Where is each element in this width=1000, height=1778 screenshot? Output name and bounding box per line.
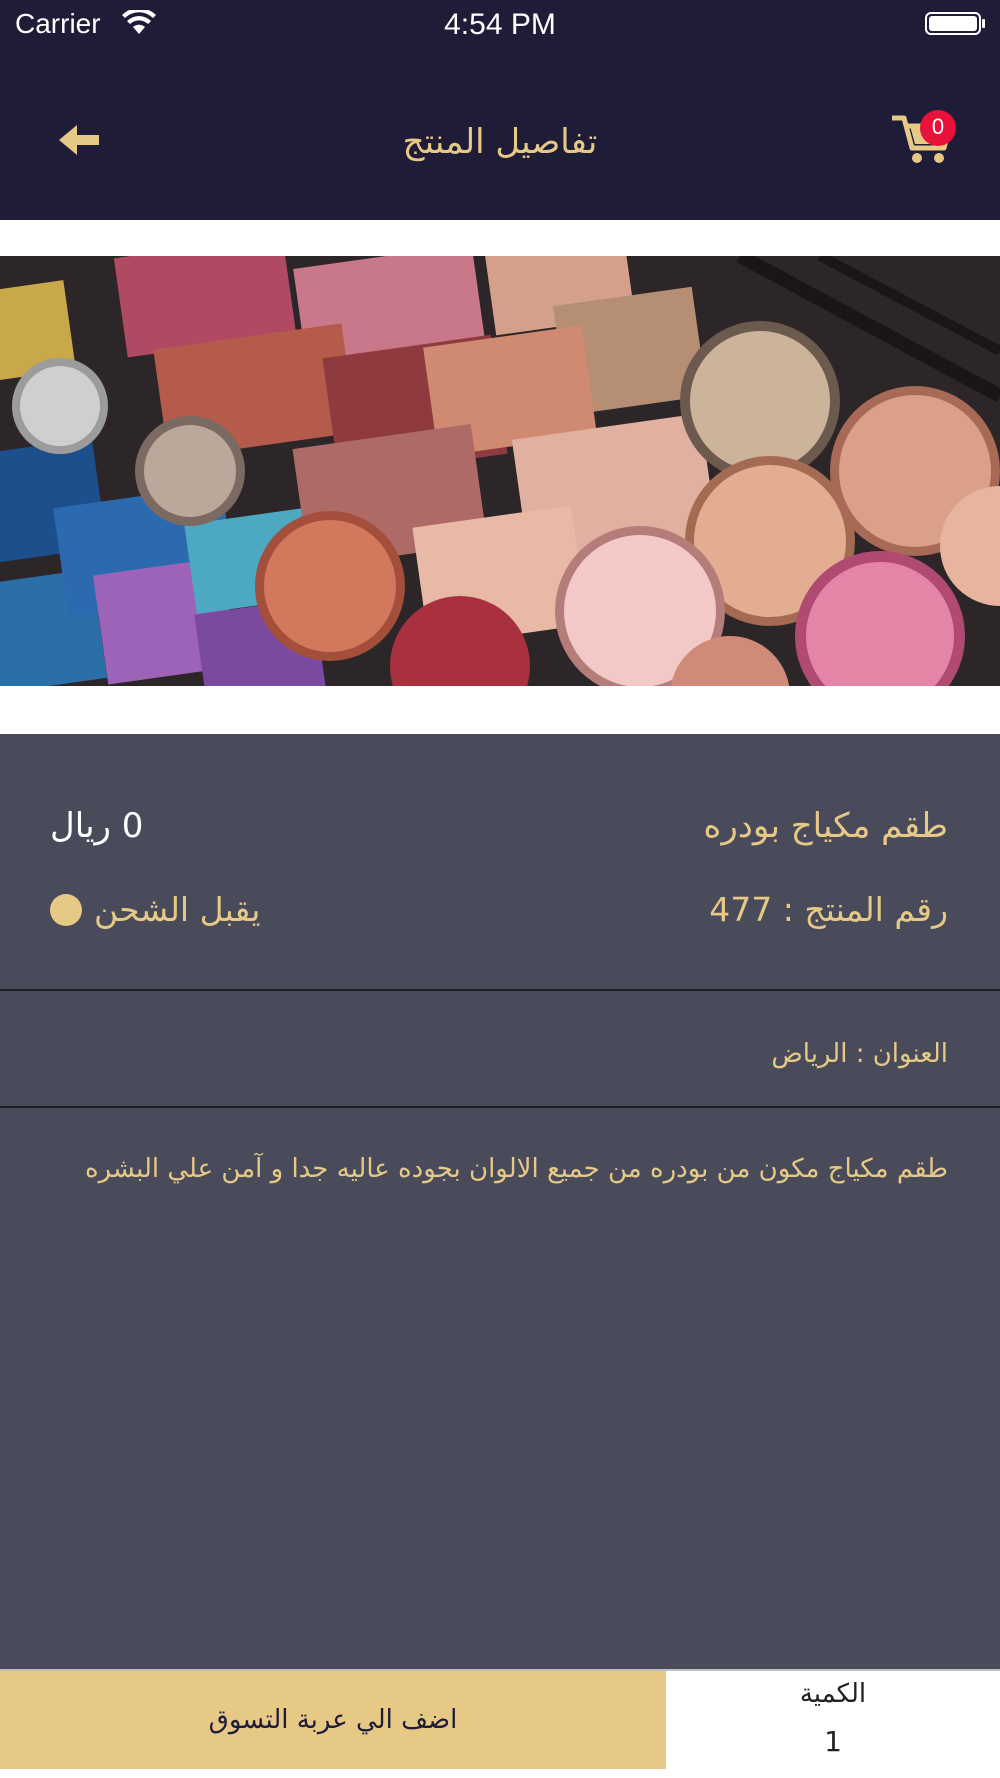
page-title: تفاصيل المنتج — [402, 122, 598, 162]
product-name: طقم مكياج بودره — [703, 806, 948, 846]
product-price: 0 ريال — [50, 806, 144, 846]
product-image — [0, 256, 1000, 686]
cart-count-badge: 0 — [920, 110, 956, 146]
battery-icon — [925, 12, 985, 35]
divider — [0, 1106, 1000, 1108]
product-description: طقم مكياج مكون من بودره من جميع الالوان … — [84, 1154, 948, 1184]
product-details-panel: طقم مكياج بودره 0 ريال رقم المنتج : 477 … — [0, 734, 1000, 1669]
quantity-field[interactable]: الكمية 1 — [666, 1671, 1000, 1769]
shipping-dot-icon — [50, 893, 82, 926]
add-to-cart-button[interactable]: اضف الي عربة التسوق — [0, 1671, 666, 1769]
shipping-status: يقبل الشحن — [50, 890, 260, 929]
divider — [0, 989, 1000, 991]
clock: 4:54 PM — [444, 8, 556, 41]
shipping-label: يقبل الشحن — [94, 890, 261, 929]
quantity-label: الكمية — [799, 1679, 867, 1709]
nav-bar: تفاصيل المنتج 0 — [0, 50, 1000, 220]
product-code: رقم المنتج : 477 — [709, 890, 948, 929]
status-bar: Carrier 4:54 PM — [0, 0, 1000, 50]
product-address: العنوان : الرياض — [771, 1039, 948, 1069]
quantity-value[interactable]: 1 — [666, 1725, 1000, 1758]
footer-bar: اضف الي عربة التسوق الكمية 1 — [0, 1669, 1000, 1769]
